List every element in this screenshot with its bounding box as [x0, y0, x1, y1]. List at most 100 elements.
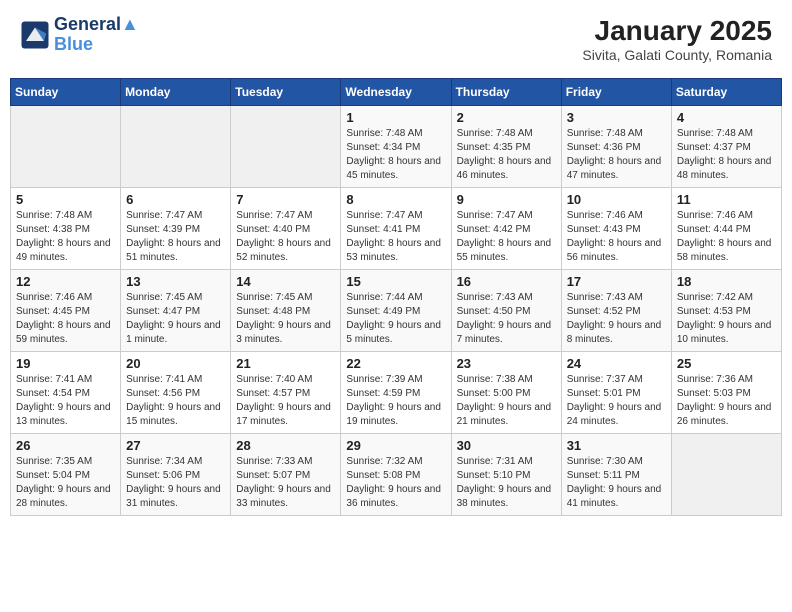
day-info: Sunrise: 7:46 AM Sunset: 4:45 PM Dayligh… — [16, 291, 115, 347]
day-number: 5 — [16, 192, 115, 207]
day-info: Sunrise: 7:34 AM Sunset: 5:06 PM Dayligh… — [126, 455, 225, 511]
calendar-day-cell: 4 Sunrise: 7:48 AM Sunset: 4:37 PM Daylig… — [671, 106, 781, 188]
day-number: 14 — [236, 274, 335, 289]
calendar-table: SundayMondayTuesdayWednesdayThursdayFrid… — [10, 78, 782, 516]
day-number: 13 — [126, 274, 225, 289]
calendar-day-cell: 12 Sunrise: 7:46 AM Sunset: 4:45 PM Dayli… — [11, 270, 121, 352]
day-number: 27 — [126, 438, 225, 453]
calendar-day-cell: 15Sunrise: 7:44 AM Sunset: 4:49 PM Dayli… — [341, 270, 451, 352]
day-number: 3 — [567, 110, 666, 125]
day-info: Sunrise: 7:43 AM Sunset: 4:52 PM Dayligh… — [567, 291, 666, 347]
month-title: January 2025 — [582, 15, 772, 47]
day-number: 18 — [677, 274, 776, 289]
calendar-day-cell: 28 Sunrise: 7:33 AM Sunset: 5:07 PM Dayli… — [231, 434, 341, 516]
day-number: 8 — [346, 192, 445, 207]
day-number: 20 — [126, 356, 225, 371]
calendar-day-cell — [11, 106, 121, 188]
calendar-day-cell: 16 Sunrise: 7:43 AM Sunset: 4:50 PM Dayli… — [451, 270, 561, 352]
calendar-day-cell: 24 Sunrise: 7:37 AM Sunset: 5:01 PM Dayli… — [561, 352, 671, 434]
day-number: 16 — [457, 274, 556, 289]
day-number: 19 — [16, 356, 115, 371]
day-info: Sunrise: 7:47 AM Sunset: 4:39 PM Dayligh… — [126, 209, 225, 265]
page-header: General▲ Blue January 2025 Sivita, Galat… — [10, 10, 782, 68]
day-number: 4 — [677, 110, 776, 125]
day-info: Sunrise: 7:39 AM Sunset: 4:59 PM Dayligh… — [346, 373, 445, 429]
day-info: Sunrise: 7:48 AM Sunset: 4:37 PM Dayligh… — [677, 127, 776, 183]
calendar-day-cell: 30 Sunrise: 7:31 AM Sunset: 5:10 PM Dayli… — [451, 434, 561, 516]
calendar-day-cell — [231, 106, 341, 188]
calendar-day-cell: 9Sunrise: 7:47 AM Sunset: 4:42 PM Daylig… — [451, 188, 561, 270]
day-number: 30 — [457, 438, 556, 453]
day-number: 23 — [457, 356, 556, 371]
calendar-day-cell: 6Sunrise: 7:47 AM Sunset: 4:39 PM Daylig… — [121, 188, 231, 270]
day-info: Sunrise: 7:31 AM Sunset: 5:10 PM Dayligh… — [457, 455, 556, 511]
day-number: 21 — [236, 356, 335, 371]
day-info: Sunrise: 7:36 AM Sunset: 5:03 PM Dayligh… — [677, 373, 776, 429]
calendar-day-cell: 13Sunrise: 7:45 AM Sunset: 4:47 PM Dayli… — [121, 270, 231, 352]
day-info: Sunrise: 7:40 AM Sunset: 4:57 PM Dayligh… — [236, 373, 335, 429]
calendar-day-cell: 25 Sunrise: 7:36 AM Sunset: 5:03 PM Dayli… — [671, 352, 781, 434]
day-number: 24 — [567, 356, 666, 371]
calendar-day-cell: 2 Sunrise: 7:48 AM Sunset: 4:35 PM Daylig… — [451, 106, 561, 188]
weekday-header-cell: Monday — [121, 79, 231, 106]
day-info: Sunrise: 7:37 AM Sunset: 5:01 PM Dayligh… — [567, 373, 666, 429]
calendar-week-row: 19 Sunrise: 7:41 AM Sunset: 4:54 PM Dayli… — [11, 352, 782, 434]
calendar-day-cell — [121, 106, 231, 188]
day-info: Sunrise: 7:48 AM Sunset: 4:36 PM Dayligh… — [567, 127, 666, 183]
calendar-day-cell: 17 Sunrise: 7:43 AM Sunset: 4:52 PM Dayli… — [561, 270, 671, 352]
calendar-day-cell: 21 Sunrise: 7:40 AM Sunset: 4:57 PM Dayli… — [231, 352, 341, 434]
day-number: 12 — [16, 274, 115, 289]
day-number: 31 — [567, 438, 666, 453]
calendar-day-cell: 10 Sunrise: 7:46 AM Sunset: 4:43 PM Dayli… — [561, 188, 671, 270]
weekday-header-cell: Tuesday — [231, 79, 341, 106]
day-info: Sunrise: 7:46 AM Sunset: 4:44 PM Dayligh… — [677, 209, 776, 265]
day-number: 7 — [236, 192, 335, 207]
title-block: January 2025 Sivita, Galati County, Roma… — [582, 15, 772, 63]
calendar-day-cell: 27 Sunrise: 7:34 AM Sunset: 5:06 PM Dayli… — [121, 434, 231, 516]
day-info: Sunrise: 7:47 AM Sunset: 4:42 PM Dayligh… — [457, 209, 556, 265]
day-info: Sunrise: 7:41 AM Sunset: 4:54 PM Dayligh… — [16, 373, 115, 429]
calendar-day-cell: 7 Sunrise: 7:47 AM Sunset: 4:40 PM Daylig… — [231, 188, 341, 270]
day-info: Sunrise: 7:38 AM Sunset: 5:00 PM Dayligh… — [457, 373, 556, 429]
day-number: 25 — [677, 356, 776, 371]
calendar-day-cell: 3 Sunrise: 7:48 AM Sunset: 4:36 PM Daylig… — [561, 106, 671, 188]
weekday-header-cell: Thursday — [451, 79, 561, 106]
day-info: Sunrise: 7:47 AM Sunset: 4:40 PM Dayligh… — [236, 209, 335, 265]
day-info: Sunrise: 7:35 AM Sunset: 5:04 PM Dayligh… — [16, 455, 115, 511]
day-info: Sunrise: 7:33 AM Sunset: 5:07 PM Dayligh… — [236, 455, 335, 511]
calendar-day-cell: 26 Sunrise: 7:35 AM Sunset: 5:04 PM Dayli… — [11, 434, 121, 516]
weekday-header-row: SundayMondayTuesdayWednesdayThursdayFrid… — [11, 79, 782, 106]
day-info: Sunrise: 7:48 AM Sunset: 4:35 PM Dayligh… — [457, 127, 556, 183]
weekday-header-cell: Sunday — [11, 79, 121, 106]
day-number: 28 — [236, 438, 335, 453]
calendar-week-row: 26 Sunrise: 7:35 AM Sunset: 5:04 PM Dayli… — [11, 434, 782, 516]
calendar-day-cell: 20 Sunrise: 7:41 AM Sunset: 4:56 PM Dayli… — [121, 352, 231, 434]
day-number: 17 — [567, 274, 666, 289]
day-number: 26 — [16, 438, 115, 453]
location-title: Sivita, Galati County, Romania — [582, 47, 772, 63]
calendar-week-row: 1Sunrise: 7:48 AM Sunset: 4:34 PM Daylig… — [11, 106, 782, 188]
weekday-header-cell: Saturday — [671, 79, 781, 106]
day-number: 2 — [457, 110, 556, 125]
day-info: Sunrise: 7:41 AM Sunset: 4:56 PM Dayligh… — [126, 373, 225, 429]
day-info: Sunrise: 7:43 AM Sunset: 4:50 PM Dayligh… — [457, 291, 556, 347]
day-info: Sunrise: 7:42 AM Sunset: 4:53 PM Dayligh… — [677, 291, 776, 347]
day-number: 10 — [567, 192, 666, 207]
calendar-day-cell: 23 Sunrise: 7:38 AM Sunset: 5:00 PM Dayli… — [451, 352, 561, 434]
calendar-week-row: 12 Sunrise: 7:46 AM Sunset: 4:45 PM Dayli… — [11, 270, 782, 352]
calendar-day-cell: 18 Sunrise: 7:42 AM Sunset: 4:53 PM Dayli… — [671, 270, 781, 352]
calendar-day-cell: 11 Sunrise: 7:46 AM Sunset: 4:44 PM Dayli… — [671, 188, 781, 270]
calendar-day-cell: 1Sunrise: 7:48 AM Sunset: 4:34 PM Daylig… — [341, 106, 451, 188]
day-info: Sunrise: 7:48 AM Sunset: 4:38 PM Dayligh… — [16, 209, 115, 265]
calendar-day-cell: 8 Sunrise: 7:47 AM Sunset: 4:41 PM Daylig… — [341, 188, 451, 270]
calendar-day-cell: 19 Sunrise: 7:41 AM Sunset: 4:54 PM Dayli… — [11, 352, 121, 434]
day-info: Sunrise: 7:48 AM Sunset: 4:34 PM Dayligh… — [346, 127, 445, 183]
calendar-day-cell: 14Sunrise: 7:45 AM Sunset: 4:48 PM Dayli… — [231, 270, 341, 352]
logo-text: General▲ Blue — [54, 15, 139, 55]
day-number: 15 — [346, 274, 445, 289]
day-number: 11 — [677, 192, 776, 207]
logo: General▲ Blue — [20, 15, 139, 55]
day-info: Sunrise: 7:47 AM Sunset: 4:41 PM Dayligh… — [346, 209, 445, 265]
day-number: 29 — [346, 438, 445, 453]
day-info: Sunrise: 7:46 AM Sunset: 4:43 PM Dayligh… — [567, 209, 666, 265]
